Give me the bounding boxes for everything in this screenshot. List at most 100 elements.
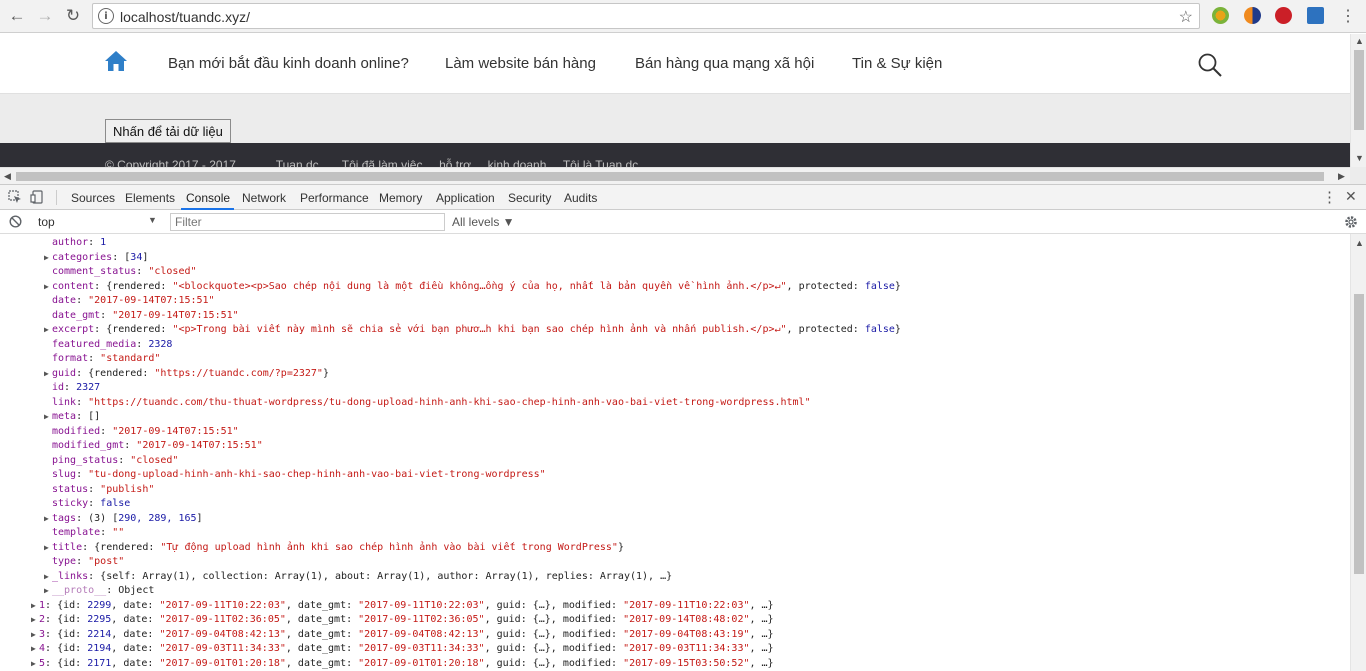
pinterest-icon[interactable]	[1275, 7, 1292, 24]
inspect-element-icon[interactable]	[8, 190, 22, 204]
console-filter-input[interactable]	[170, 213, 445, 231]
forward-arrow-icon[interactable]: →	[33, 5, 57, 27]
tab-performance[interactable]: Performance	[300, 191, 369, 205]
tab-network[interactable]: Network	[242, 191, 286, 205]
console-line[interactable]: ▶ 3: {id: 2214, date: "2017-09-04T08:42:1…	[31, 628, 774, 642]
property-value: "2017-09-14T07:15:51"	[112, 425, 239, 437]
extension-icon-1[interactable]	[1212, 7, 1229, 24]
menu-item-news[interactable]: Tin & Sự kiện	[852, 55, 942, 72]
console-line[interactable]: ▶ categories: [34]	[44, 251, 148, 265]
property-key: content	[52, 280, 95, 292]
property-value: {id:	[57, 657, 88, 669]
property-key: excerpt	[52, 324, 95, 335]
tab-application[interactable]: Application	[436, 191, 495, 205]
page-horizontal-scrollbar[interactable]: ◀ ▶	[0, 167, 1350, 184]
console-line[interactable]: ▶ 4: {id: 2194, date: "2017-09-03T11:34:3…	[31, 642, 774, 656]
devtools-menu-icon[interactable]: ⋮	[1322, 188, 1337, 206]
address-bar[interactable]: i localhost/tuandc.xyz/ ☆	[92, 3, 1200, 29]
console-line[interactable]: ▶ 5: {id: 2171, date: "2017-09-01T01:20:1…	[31, 657, 774, 671]
console-line[interactable]: ▶ tags: (3) [290, 289, 165]	[44, 512, 203, 526]
expand-triangle-icon[interactable]: ▶	[44, 251, 52, 265]
console-line[interactable]: ▶ 1: {id: 2299, date: "2017-09-11T10:22:0…	[31, 599, 774, 613]
property-key: title	[52, 541, 83, 553]
expand-triangle-icon[interactable]: ▶	[44, 367, 52, 381]
tab-audits[interactable]: Audits	[564, 191, 597, 205]
browser-menu-icon[interactable]: ⋮	[1336, 5, 1360, 27]
console-line[interactable]: ▶ content: {rendered: "<blockquote><p>Sao…	[44, 280, 901, 294]
expand-triangle-icon[interactable]: ▶	[44, 323, 52, 337]
scroll-up-arrow-icon[interactable]: ▲	[1355, 238, 1364, 248]
console-line[interactable]: ▶ title: {rendered: "Tự động upload hình …	[44, 541, 624, 555]
context-select[interactable]: top	[38, 215, 55, 229]
scroll-up-arrow-icon[interactable]: ▲	[1355, 36, 1364, 46]
console-line[interactable]: ▶ guid: {rendered: "https://tuandc.com/?p…	[44, 367, 329, 381]
expand-triangle-icon[interactable]: ▶	[31, 642, 39, 656]
extension-icon-4[interactable]	[1307, 7, 1324, 24]
extension-icon-2[interactable]	[1244, 7, 1261, 24]
expand-triangle-icon[interactable]: ▶	[31, 613, 39, 627]
tab-security[interactable]: Security	[508, 191, 551, 205]
menu-item-website[interactable]: Làm website bán hàng	[445, 55, 596, 72]
property-value: , guid: {…}, modified:	[484, 657, 624, 669]
scroll-left-arrow-icon[interactable]: ◀	[4, 171, 11, 182]
expand-triangle-icon[interactable]: ▶	[44, 570, 52, 584]
bookmark-star-icon[interactable]: ☆	[1179, 7, 1193, 27]
property-value: "2017-09-11T10:22:03"	[358, 599, 485, 611]
property-value: {id:	[57, 643, 88, 654]
gear-icon[interactable]	[1344, 215, 1358, 229]
console-line: sticky: false	[44, 497, 130, 511]
divider	[56, 190, 57, 205]
chevron-down-icon[interactable]: ▼	[148, 215, 157, 225]
tab-sources[interactable]: Sources	[71, 191, 115, 205]
console-line: featured_media: 2328	[44, 338, 172, 352]
back-arrow-icon[interactable]: ←	[5, 5, 29, 27]
log-levels-select[interactable]: All levels ▼	[452, 215, 515, 229]
page-vertical-scrollbar[interactable]: ▲ ▼	[1350, 34, 1366, 167]
scroll-thumb[interactable]	[1354, 294, 1364, 574]
scroll-right-arrow-icon[interactable]: ▶	[1338, 171, 1345, 182]
home-icon[interactable]	[104, 50, 128, 72]
clear-console-icon[interactable]	[9, 215, 22, 228]
load-data-button[interactable]: Nhấn để tải dữ liệu	[105, 119, 231, 143]
expand-triangle-icon[interactable]: ▶	[44, 280, 52, 294]
property-value: "2017-09-03T11:34:33"	[623, 643, 750, 654]
tab-console[interactable]: Console	[186, 191, 230, 205]
property-value: "tu-dong-upload-hinh-anh-khi-sao-chep-hi…	[88, 469, 546, 480]
console-line[interactable]: ▶ __proto__: Object	[44, 584, 154, 598]
info-icon[interactable]: i	[98, 8, 114, 24]
expand-triangle-icon	[44, 265, 52, 279]
scroll-thumb[interactable]	[16, 172, 1324, 181]
console-line[interactable]: ▶ 2: {id: 2295, date: "2017-09-11T02:36:0…	[31, 613, 774, 627]
close-devtools-icon[interactable]: ✕	[1345, 188, 1357, 205]
console-line[interactable]: ▶ excerpt: {rendered: "<p>Trong bài viết …	[44, 323, 901, 337]
scroll-down-arrow-icon[interactable]: ▼	[1355, 153, 1364, 163]
console-vertical-scrollbar[interactable]: ▲	[1350, 234, 1366, 671]
property-value: "closed"	[148, 266, 197, 277]
expand-triangle-icon[interactable]: ▶	[31, 599, 39, 613]
expand-triangle-icon[interactable]: ▶	[31, 657, 39, 671]
address-url[interactable]: localhost/tuandc.xyz/	[120, 9, 250, 25]
property-value: }	[894, 280, 901, 292]
property-value: false	[100, 498, 131, 509]
tab-elements[interactable]: Elements	[125, 191, 175, 205]
expand-triangle-icon[interactable]: ▶	[44, 512, 52, 526]
menu-item-social[interactable]: Bán hàng qua mạng xã hội	[635, 55, 814, 72]
tab-memory[interactable]: Memory	[379, 191, 422, 205]
property-value: "2017-09-01T01:20:18"	[358, 657, 485, 669]
search-icon[interactable]	[1197, 52, 1223, 78]
property-value: "2017-09-14T08:48:02"	[623, 614, 750, 625]
expand-triangle-icon	[44, 396, 52, 410]
expand-triangle-icon[interactable]: ▶	[31, 628, 39, 642]
expand-triangle-icon[interactable]: ▶	[44, 410, 52, 424]
separator: :	[100, 527, 113, 538]
menu-item-start-online[interactable]: Bạn mới bắt đầu kinh doanh online?	[168, 55, 409, 72]
property-value: "2017-09-11T02:36:05"	[159, 614, 286, 625]
console-line[interactable]: ▶ _links: {self: Array(1), collection: Ar…	[44, 570, 672, 584]
expand-triangle-icon[interactable]: ▶	[44, 541, 52, 555]
device-toolbar-icon[interactable]	[30, 190, 44, 204]
expand-triangle-icon	[44, 526, 52, 540]
reload-icon[interactable]: ↻	[61, 5, 85, 27]
expand-triangle-icon[interactable]: ▶	[44, 584, 52, 598]
scroll-thumb[interactable]	[1354, 50, 1364, 130]
console-line[interactable]: ▶ meta: []	[44, 410, 100, 424]
